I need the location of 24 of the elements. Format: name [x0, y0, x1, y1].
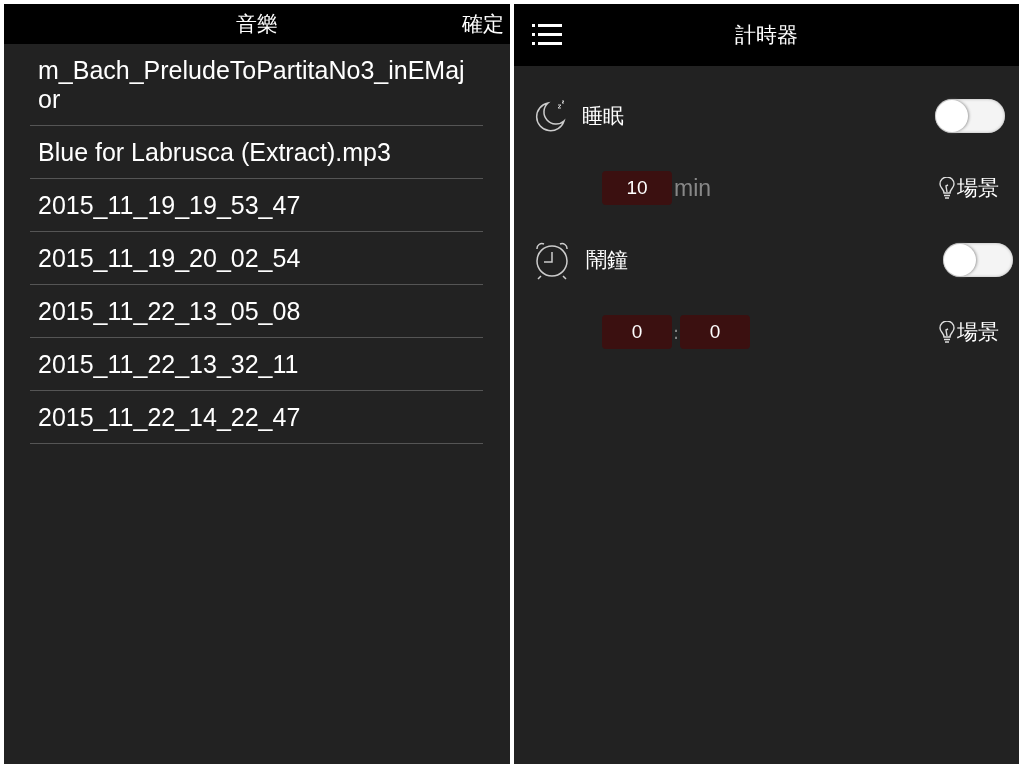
file-item[interactable]: 2015_11_22_13_32_11	[30, 338, 483, 391]
unit-label: min	[674, 174, 712, 202]
file-item[interactable]: 2015_11_19_20_02_54	[30, 232, 483, 285]
scene-button[interactable]: 場景	[939, 318, 999, 346]
lightbulb-icon	[939, 321, 955, 343]
number-field[interactable]: 0	[602, 315, 672, 349]
scene-button[interactable]: 場景	[939, 174, 999, 202]
timer-label: 睡眠	[582, 103, 625, 130]
time-separator: :	[672, 321, 680, 343]
timer-label: 鬧鐘	[586, 247, 629, 274]
file-item[interactable]: 2015_11_19_19_53_47	[30, 179, 483, 232]
number-field[interactable]: 0	[680, 315, 750, 349]
file-item[interactable]: 2015_11_22_14_22_47	[30, 391, 483, 444]
file-item[interactable]: 2015_11_22_13_05_08	[30, 285, 483, 338]
toggle-switch[interactable]	[935, 99, 1005, 133]
number-field[interactable]: 10	[602, 171, 672, 205]
confirm-button[interactable]: 確定	[462, 10, 504, 38]
panel-title: 音樂	[236, 11, 278, 38]
toggle-switch[interactable]	[943, 243, 1013, 277]
lightbulb-icon	[939, 177, 955, 199]
panel-title: 計時器	[735, 22, 798, 49]
menu-icon[interactable]	[532, 23, 562, 47]
file-item[interactable]: m_Bach_PreludeToPartitaNo3_inEMajor	[30, 44, 483, 126]
file-item[interactable]: Blue for Labrusca (Extract).mp3	[30, 126, 483, 179]
